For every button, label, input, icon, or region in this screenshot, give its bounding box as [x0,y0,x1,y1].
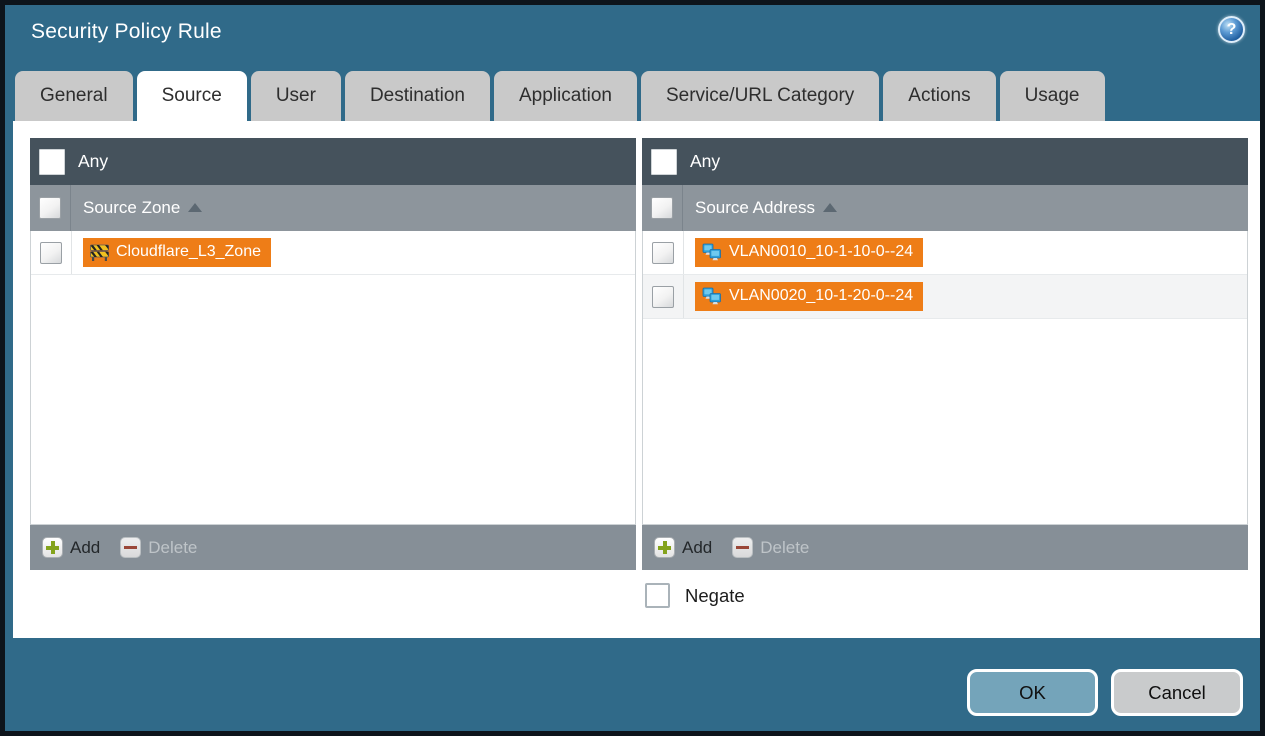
tab-source[interactable]: Source [136,71,247,121]
source-zone-list: Cloudflare_L3_Zone [30,231,636,525]
tab-general[interactable]: General [15,71,133,121]
add-button[interactable]: Add [654,537,712,558]
source-address-panel: Any Source Address VLAN0010_10-1-10-0--2… [642,138,1248,570]
source-zone-footer: Add Delete [30,525,636,570]
tab-bar: General Source User Destination Applicat… [15,71,1105,121]
source-zone-selectall-checkbox[interactable] [39,197,61,219]
source-zone-column-label: Source Zone [83,198,181,217]
source-zone-selectall-cell [30,185,71,231]
negate-checkbox[interactable] [645,583,670,608]
ok-button[interactable]: OK [967,669,1098,716]
source-zone-any-label: Any [78,151,109,171]
tab-actions[interactable]: Actions [883,71,996,121]
row-checkbox[interactable] [652,285,674,308]
source-address-any-label: Any [690,151,721,171]
source-address-column-title[interactable]: Source Address [695,198,838,218]
zone-tag-label: Cloudflare_L3_Zone [116,243,261,260]
negate-option: Negate [645,583,745,608]
source-address-column-header[interactable]: Source Address [642,185,1248,231]
source-address-list: VLAN0010_10-1-10-0--24 VLAN0020_10-1-20-… [642,231,1248,525]
address-tag-label: VLAN0010_10-1-10-0--24 [729,243,914,260]
source-address-footer: Add Delete [642,525,1248,570]
dialog-title: Security Policy Rule [31,20,222,43]
address-tag-label: VLAN0020_10-1-20-0--24 [729,287,914,304]
source-address-selectall-cell [642,185,683,231]
row-checkbox-cell [643,275,684,318]
address-tag[interactable]: VLAN0020_10-1-20-0--24 [695,282,924,311]
address-icon [702,243,721,261]
tab-service-url-category[interactable]: Service/URL Category [640,71,880,121]
delete-button-label: Delete [760,537,810,557]
add-icon [42,537,63,558]
row-checkbox-cell [31,231,72,274]
source-address-selectall-checkbox[interactable] [651,197,673,219]
add-button[interactable]: Add [42,537,100,558]
address-icon [702,287,721,305]
tab-user[interactable]: User [250,71,341,121]
zone-icon [90,244,109,261]
sort-ascending-icon [823,202,838,212]
source-address-any-row: Any [642,138,1248,185]
tab-content: Any Source Zone Cloudflare_L3_Zone Add D… [13,121,1260,638]
help-icon[interactable]: ? [1218,16,1245,43]
source-zone-column-header[interactable]: Source Zone [30,185,636,231]
table-row[interactable]: Cloudflare_L3_Zone [31,231,635,275]
source-address-column-label: Source Address [695,198,816,217]
delete-icon [120,537,142,558]
row-checkbox[interactable] [652,241,674,264]
source-zone-column-title[interactable]: Source Zone [83,198,203,218]
row-checkbox[interactable] [40,241,62,264]
source-zone-any-row: Any [30,138,636,185]
zone-tag[interactable]: Cloudflare_L3_Zone [83,238,271,267]
cancel-button[interactable]: Cancel [1111,669,1243,716]
tab-destination[interactable]: Destination [344,71,490,121]
tab-usage[interactable]: Usage [999,71,1105,121]
delete-button[interactable]: Delete [732,537,809,558]
row-checkbox-cell [643,231,684,274]
source-address-any-checkbox[interactable] [651,148,677,175]
source-zone-any-checkbox[interactable] [39,148,65,175]
delete-button-label: Delete [148,537,198,557]
source-zone-panel: Any Source Zone Cloudflare_L3_Zone Add D… [30,138,636,570]
delete-icon [732,537,754,558]
address-tag[interactable]: VLAN0010_10-1-10-0--24 [695,238,924,267]
delete-button[interactable]: Delete [120,537,197,558]
negate-label: Negate [685,584,745,606]
tab-application[interactable]: Application [494,71,637,121]
add-icon [654,537,675,558]
table-row[interactable]: VLAN0020_10-1-20-0--24 [643,275,1247,319]
add-button-label: Add [682,537,713,557]
add-button-label: Add [70,537,101,557]
sort-ascending-icon [188,202,203,212]
security-policy-rule-dialog: Security Policy Rule ? General Source Us… [0,0,1265,736]
table-row[interactable]: VLAN0010_10-1-10-0--24 [643,231,1247,275]
